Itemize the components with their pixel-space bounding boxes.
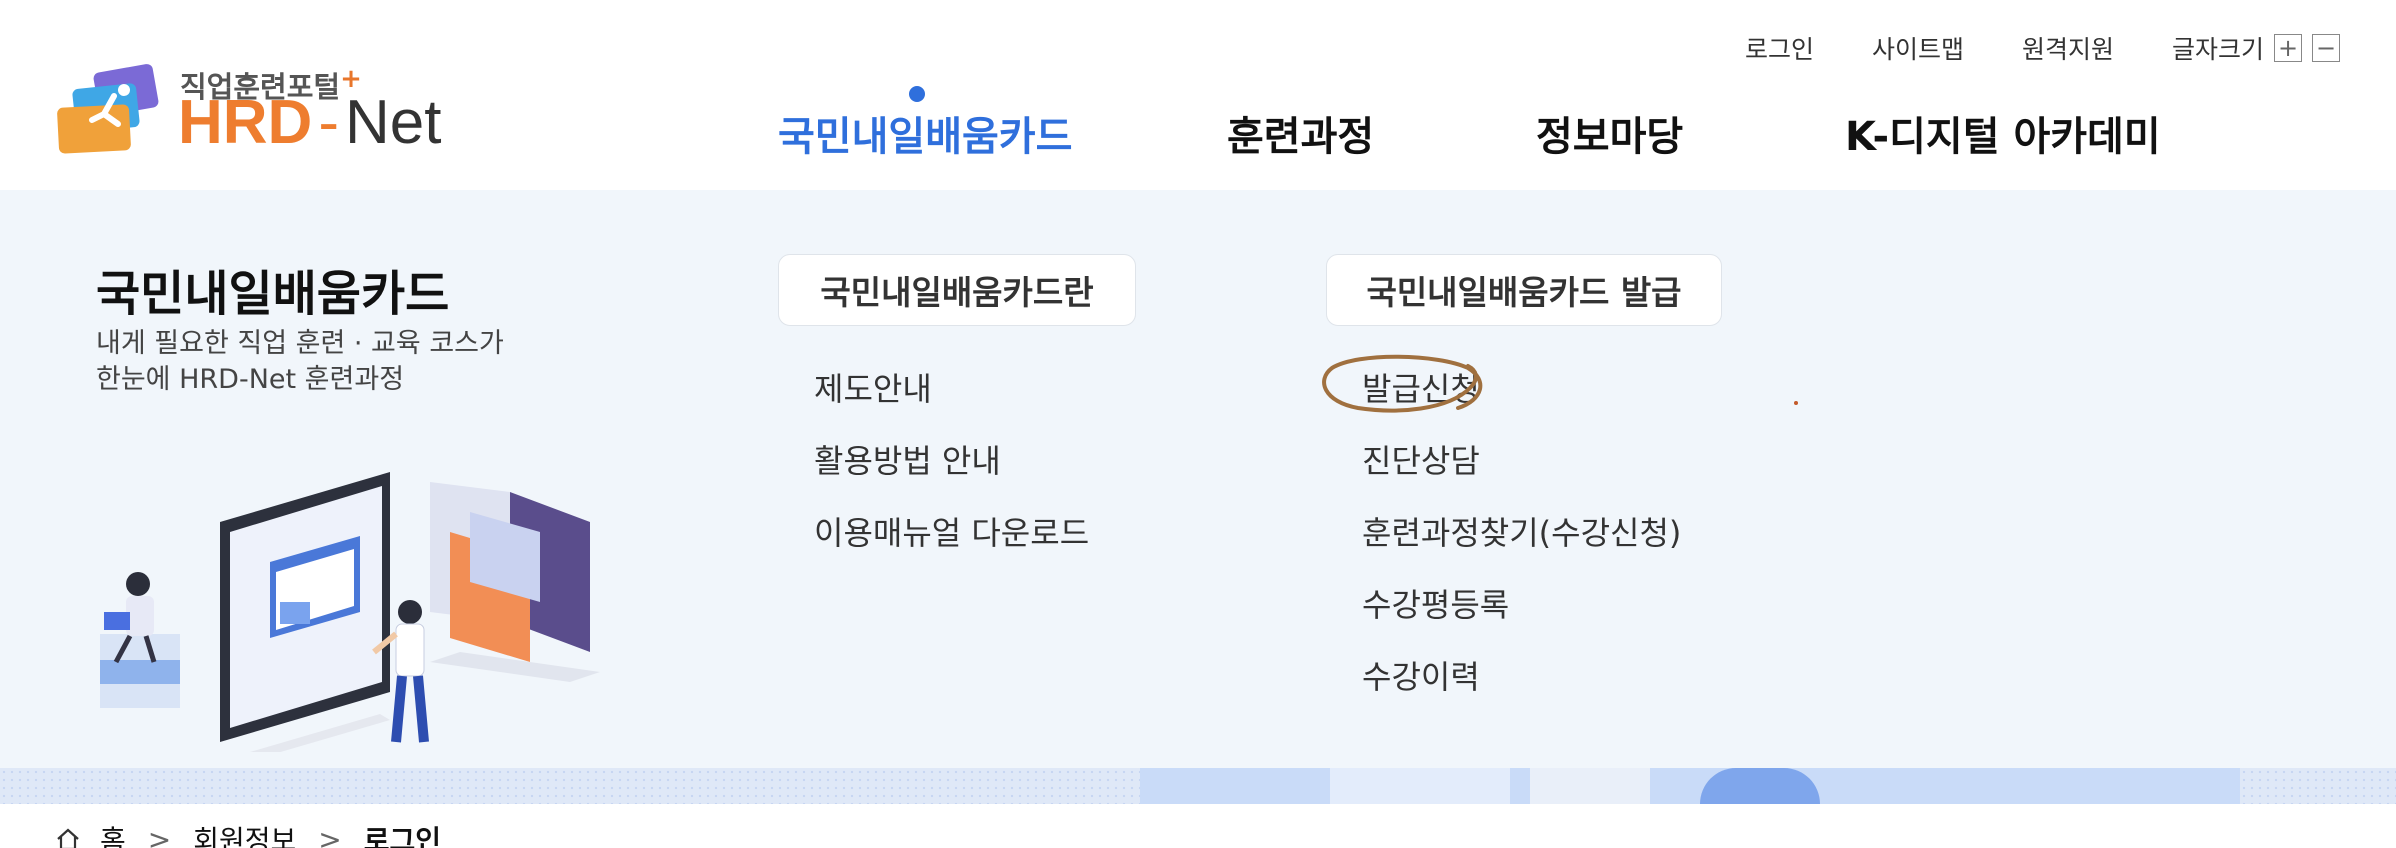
breadcrumb-home[interactable]: 홈	[100, 819, 126, 848]
link-course-review[interactable]: 수강평등록	[1362, 580, 1509, 626]
site-header: 직업훈련포털+ HRD-Net 로그인 사이트맵 원격지원 글자크기 + − 국…	[0, 0, 2396, 190]
remote-support-link[interactable]: 원격지원	[2022, 30, 2114, 66]
logo-hrd: HRD	[178, 88, 313, 157]
banner-strip	[0, 768, 2396, 804]
nav-item-card[interactable]: 국민내일배움카드	[778, 104, 1072, 162]
login-link[interactable]: 로그인	[1745, 30, 1814, 66]
link-usage-guide[interactable]: 활용방법 안내	[814, 436, 1001, 482]
font-increase-button[interactable]: +	[2274, 34, 2302, 62]
hrd-net-logo-mark-icon	[57, 64, 159, 154]
annotation-circle-icon	[1322, 354, 1483, 413]
active-indicator-dot	[909, 86, 925, 102]
breadcrumb-separator: >	[147, 822, 172, 848]
breadcrumb: 홈 > 회원정보 > 로그인	[54, 822, 463, 848]
link-course-history[interactable]: 수강이력	[1362, 652, 1480, 698]
nav-item-training[interactable]: 훈련과정	[1227, 104, 1374, 162]
panel-desc-line2: 한눈에 HRD-Net 훈련과정	[96, 364, 405, 395]
strip-block	[1140, 768, 2240, 804]
nav-item-info[interactable]: 정보마당	[1536, 104, 1683, 162]
logo-dash: -	[318, 88, 339, 157]
breadcrumb-current: 로그인	[363, 824, 442, 848]
menu-group-heading-issue[interactable]: 국민내일배움카드 발급	[1326, 254, 1722, 326]
link-system-guide[interactable]: 제도안내	[814, 364, 932, 410]
font-decrease-button[interactable]: −	[2312, 34, 2340, 62]
panel-description: 내게 필요한 직업 훈련 · 교육 코스가 한눈에 HRD-Net 훈련과정	[96, 326, 504, 398]
annotation-dot	[1794, 401, 1798, 405]
strip-arrow	[1530, 768, 1650, 804]
mega-menu-panel: 국민내일배움카드 내게 필요한 직업 훈련 · 교육 코스가 한눈에 HRD-N…	[0, 190, 2396, 768]
panel-desc-line1: 내게 필요한 직업 훈련 · 교육 코스가	[96, 328, 504, 359]
font-size-label: 글자크기	[2171, 35, 2264, 64]
nav-item-k-digital[interactable]: K-디지털 아카데미	[1845, 104, 2161, 162]
breadcrumb-member-info[interactable]: 회원정보	[193, 819, 296, 848]
logo-brand: HRD-Net	[178, 92, 441, 154]
utility-menu: 로그인 사이트맵 원격지원 글자크기 + −	[1687, 30, 2340, 66]
logo-net: Net	[344, 88, 442, 157]
sitemap-link[interactable]: 사이트맵	[1872, 30, 1964, 66]
strip-block-light	[1330, 768, 1510, 804]
home-icon[interactable]	[54, 825, 82, 848]
breadcrumb-separator: >	[318, 822, 342, 848]
panel-title: 국민내일배움카드	[96, 266, 450, 322]
site-logo[interactable]: 직업훈련포털+ HRD-Net	[54, 62, 454, 162]
menu-group-heading-about[interactable]: 국민내일배움카드란	[778, 254, 1136, 326]
link-manual-download[interactable]: 이용매뉴얼 다운로드	[814, 508, 1089, 554]
link-find-course[interactable]: 훈련과정찾기(수강신청)	[1362, 508, 1681, 554]
link-diagnosis-consult[interactable]: 진단상담	[1362, 436, 1480, 482]
strip-shape	[1700, 768, 1820, 804]
online-training-illustration-icon	[100, 472, 600, 752]
